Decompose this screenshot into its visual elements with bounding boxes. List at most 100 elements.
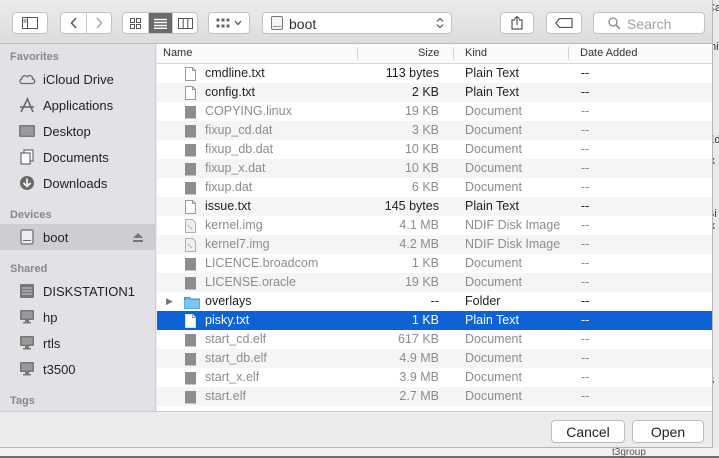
column-divider[interactable] xyxy=(568,47,569,60)
file-size: 4.2 MB xyxy=(399,237,439,251)
file-size: 113 bytes xyxy=(385,66,439,80)
sidebar-item-downloads[interactable]: Downloads xyxy=(0,170,155,196)
cancel-button[interactable]: Cancel xyxy=(551,420,625,443)
file-kind: Document xyxy=(465,351,522,365)
sidebar-item-desktop[interactable]: Desktop xyxy=(0,118,155,144)
file-row[interactable]: kernel.img 4.1 MB NDIF Disk Image -- xyxy=(157,216,712,235)
sidebar-item-label: t3500 xyxy=(43,362,76,377)
file-size: 4.9 MB xyxy=(399,351,439,365)
document-icon xyxy=(185,106,196,119)
file-row[interactable]: start_db.elf 4.9 MB Document -- xyxy=(157,349,712,368)
file-size: 10 KB xyxy=(404,142,439,156)
text-file-icon xyxy=(185,200,196,214)
file-name: COPYING.linux xyxy=(205,104,292,118)
sidebar-item-label: Desktop xyxy=(43,124,91,139)
file-row[interactable]: COPYING.linux 19 KB Document -- xyxy=(157,102,712,121)
file-size: 1 KB xyxy=(411,313,439,327)
forward-button[interactable] xyxy=(86,13,111,33)
column-kind-header[interactable]: Kind xyxy=(465,44,487,63)
file-row[interactable]: start.elf 2.7 MB Document -- xyxy=(157,387,712,406)
applications-icon xyxy=(20,97,34,113)
document-icon xyxy=(185,258,196,271)
file-row[interactable]: fixup_db.dat 10 KB Document -- xyxy=(157,140,712,159)
share-button[interactable] xyxy=(500,12,534,34)
column-header: Name Size Kind Date Added xyxy=(157,44,712,64)
file-row[interactable]: LICENSE.oracle 19 KB Document -- xyxy=(157,273,712,292)
column-date-header[interactable]: Date Added xyxy=(580,44,638,63)
eject-icon[interactable] xyxy=(132,232,144,243)
file-row-selected[interactable]: pisky.txt 1 KB Plain Text -- xyxy=(157,311,712,330)
file-row[interactable]: config.txt 2 KB Plain Text -- xyxy=(157,83,712,102)
column-size-header[interactable]: Size xyxy=(418,44,439,63)
column-view-button[interactable] xyxy=(172,13,197,33)
document-icon xyxy=(185,391,196,404)
background-text: t3group xyxy=(612,447,646,458)
list-view-button[interactable] xyxy=(147,13,173,33)
file-size: 3.9 MB xyxy=(399,370,439,384)
file-kind: Plain Text xyxy=(465,313,519,327)
server-icon xyxy=(20,284,34,298)
file-kind: Document xyxy=(465,142,522,156)
sidebar-item-icloud-drive[interactable]: iCloud Drive xyxy=(0,66,155,92)
file-kind: Document xyxy=(465,123,522,137)
file-list: cmdline.txt 113 bytes Plain Text -- config.t… xyxy=(157,64,712,411)
column-name-header[interactable]: Name xyxy=(163,44,192,63)
file-name: start_cd.elf xyxy=(205,332,267,346)
arrange-menu-button[interactable] xyxy=(208,12,250,34)
file-name: start_db.elf xyxy=(205,351,267,365)
sidebar-item-label: Documents xyxy=(43,150,109,165)
column-divider[interactable] xyxy=(357,47,358,60)
sidebar-toggle-button[interactable] xyxy=(12,12,48,34)
location-popup[interactable]: boot xyxy=(262,12,452,34)
file-name: LICENCE.broadcom xyxy=(205,256,319,270)
sidebar-item-documents[interactable]: Documents xyxy=(0,144,155,170)
file-date-added: -- xyxy=(581,142,590,156)
sidebar-item-label: DISKSTATION1 xyxy=(43,284,135,299)
file-row[interactable]: fixup_x.dat 10 KB Document -- xyxy=(157,159,712,178)
file-row[interactable]: start_x.elf 3.9 MB Document -- xyxy=(157,368,712,387)
share-icon xyxy=(511,16,523,30)
file-date-added: -- xyxy=(581,313,590,327)
document-icon xyxy=(185,163,196,176)
file-kind: Document xyxy=(465,256,522,270)
document-icon xyxy=(185,125,196,138)
file-row[interactable]: LICENCE.broadcom 1 KB Document -- xyxy=(157,254,712,273)
file-row[interactable]: issue.txt 145 bytes Plain Text -- xyxy=(157,197,712,216)
computer-icon xyxy=(20,362,34,376)
file-kind: Document xyxy=(465,332,522,346)
text-file-icon xyxy=(185,86,196,100)
sidebar-item-boot[interactable]: boot xyxy=(0,224,155,250)
sidebar-section-devices: Devices xyxy=(10,209,52,221)
file-date-added: -- xyxy=(581,66,590,80)
sidebar-item-t3500[interactable]: t3500 xyxy=(0,356,155,382)
sidebar-item-applications[interactable]: Applications xyxy=(0,92,155,118)
file-row[interactable]: fixup_cd.dat 3 KB Document -- xyxy=(157,121,712,140)
file-name: start_x.elf xyxy=(205,370,260,384)
sidebar-item-rtls[interactable]: rtls xyxy=(0,330,155,356)
file-row[interactable]: ▶ overlays -- Folder -- xyxy=(157,292,712,311)
file-size: 3 KB xyxy=(411,123,439,137)
file-date-added: -- xyxy=(581,85,590,99)
toolbar: boot Search xyxy=(0,0,712,44)
search-field[interactable]: Search xyxy=(593,12,705,34)
file-kind: Folder xyxy=(465,294,501,308)
back-button[interactable] xyxy=(61,13,86,33)
sidebar-item-hp[interactable]: hp xyxy=(0,304,155,330)
icon-view-button[interactable] xyxy=(123,13,148,33)
file-date-added: -- xyxy=(581,294,590,308)
file-row[interactable]: cmdline.txt 113 bytes Plain Text -- xyxy=(157,64,712,83)
file-name: kernel.img xyxy=(205,218,263,232)
document-icon xyxy=(185,334,196,347)
open-button[interactable]: Open xyxy=(632,420,704,443)
column-divider[interactable] xyxy=(453,47,454,60)
drive-icon xyxy=(20,229,34,245)
folder-icon xyxy=(184,297,200,309)
sidebar-section-tags: Tags xyxy=(10,395,35,407)
sidebar-item-diskstation1[interactable]: DISKSTATION1 xyxy=(0,278,155,304)
disclosure-triangle-icon[interactable]: ▶ xyxy=(166,296,173,307)
tags-button[interactable] xyxy=(546,12,582,34)
file-row[interactable]: start_cd.elf 617 KB Document -- xyxy=(157,330,712,349)
file-row[interactable]: kernel7.img 4.2 MB NDIF Disk Image -- xyxy=(157,235,712,254)
dialog-footer: Cancel Open xyxy=(0,411,712,447)
file-row[interactable]: fixup.dat 6 KB Document -- xyxy=(157,178,712,197)
